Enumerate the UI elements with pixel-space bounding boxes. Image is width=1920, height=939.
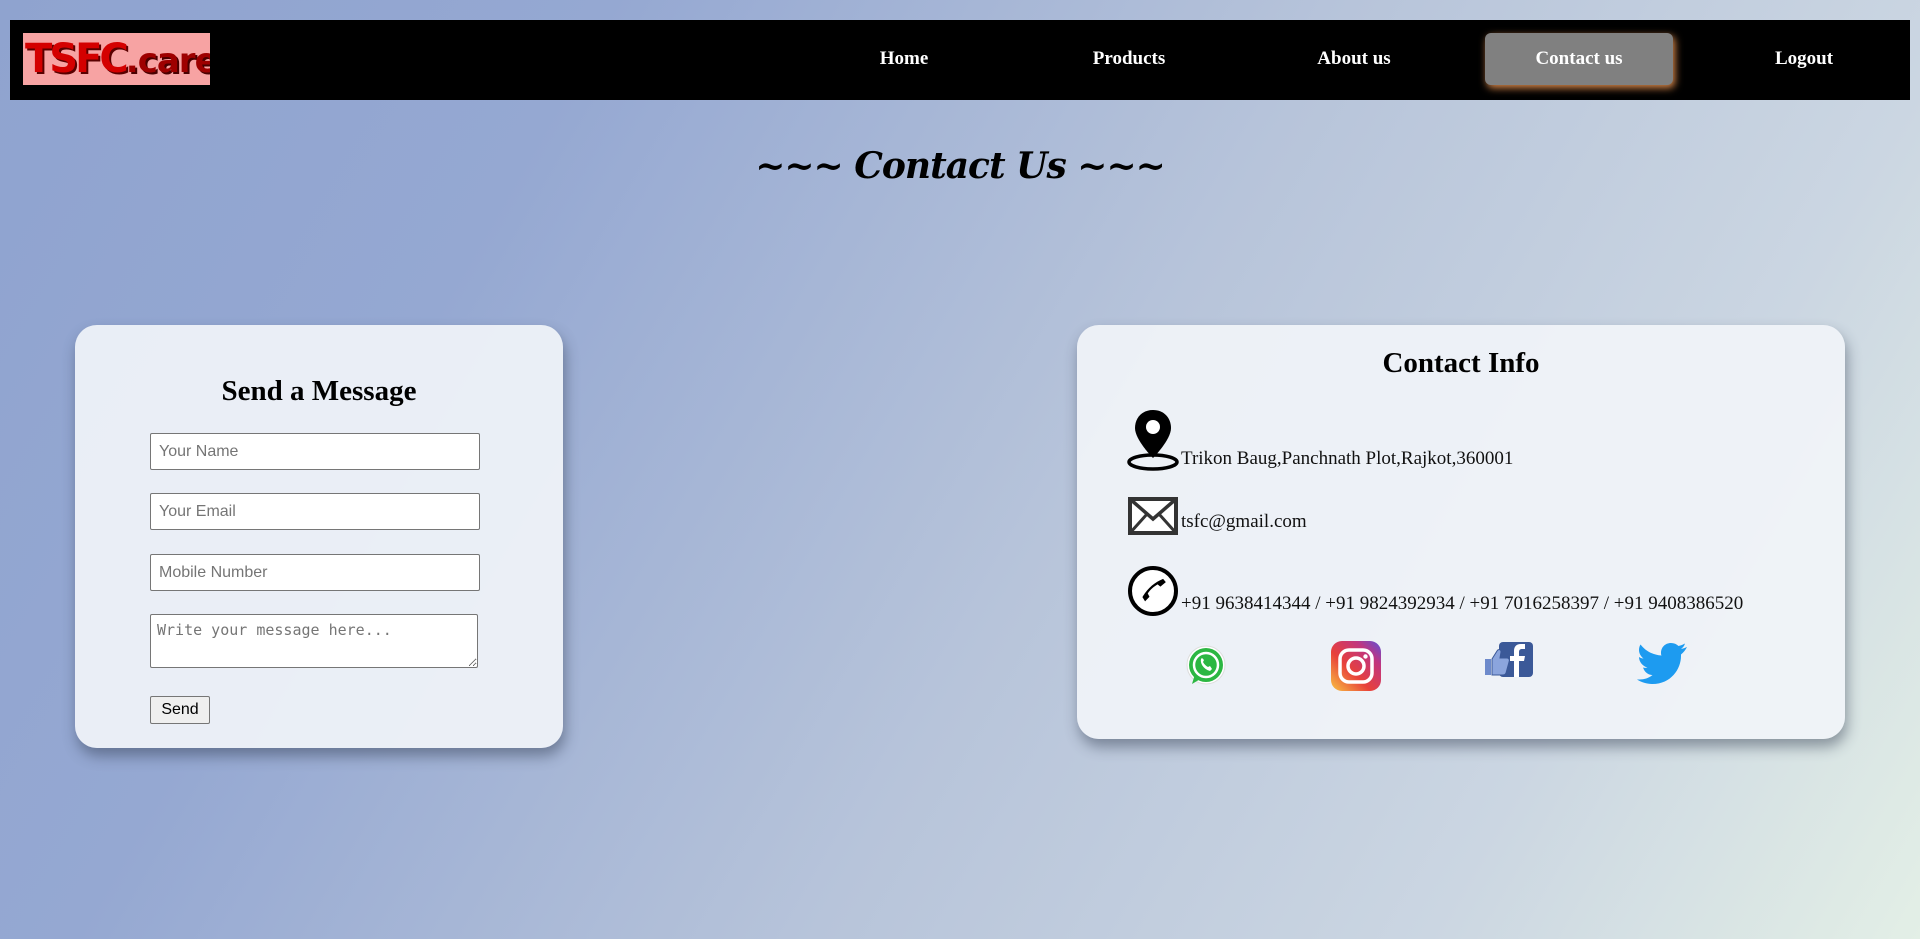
site-logo[interactable]: TSFC.care <box>23 33 210 85</box>
nav-link-contact-us[interactable]: Contact us <box>1485 33 1673 85</box>
nav-link-home[interactable]: Home <box>810 33 998 85</box>
phone-icon <box>1127 565 1179 617</box>
phone-row: +91 9638414344 / +91 9824392934 / +91 70… <box>1127 565 1743 617</box>
email-row: tsfc@gmail.com <box>1127 497 1307 535</box>
phone-text: +91 9638414344 / +91 9824392934 / +91 70… <box>1181 593 1744 614</box>
email-text: tsfc@gmail.com <box>1181 511 1307 532</box>
nav-link-products[interactable]: Products <box>1035 33 1223 85</box>
mail-icon <box>1127 497 1179 535</box>
contact-info-heading: Contact Info <box>1382 347 1540 379</box>
whatsapp-icon[interactable] <box>1180 640 1232 692</box>
mobile-number-input[interactable] <box>150 554 480 591</box>
twitter-icon[interactable] <box>1637 641 1689 693</box>
logo-text-suffix: .care <box>125 41 210 81</box>
logo-text-main: TSFC <box>25 36 129 82</box>
address-row: Trikon Baug,Panchnath Plot,Rajkot,360001 <box>1127 408 1513 472</box>
send-message-card: Send a Message Send <box>75 325 563 748</box>
email-input[interactable] <box>150 493 480 530</box>
page-title: ~~~ Contact Us ~~~ <box>755 145 1166 187</box>
send-button[interactable]: Send <box>150 696 210 724</box>
instagram-icon[interactable] <box>1330 640 1382 692</box>
facebook-icon[interactable] <box>1483 641 1535 693</box>
send-message-heading: Send a Message <box>221 375 417 407</box>
location-pin-icon <box>1127 408 1179 472</box>
navbar: TSFC.care Home Products About us Contact… <box>10 20 1910 100</box>
contact-info-card: Contact Info Trikon Baug,Panchnath Plot,… <box>1077 325 1845 739</box>
nav-link-logout[interactable]: Logout <box>1710 33 1898 85</box>
message-textarea[interactable] <box>150 614 478 668</box>
name-input[interactable] <box>150 433 480 470</box>
nav-link-about-us[interactable]: About us <box>1260 33 1448 85</box>
address-text: Trikon Baug,Panchnath Plot,Rajkot,360001 <box>1181 448 1514 469</box>
